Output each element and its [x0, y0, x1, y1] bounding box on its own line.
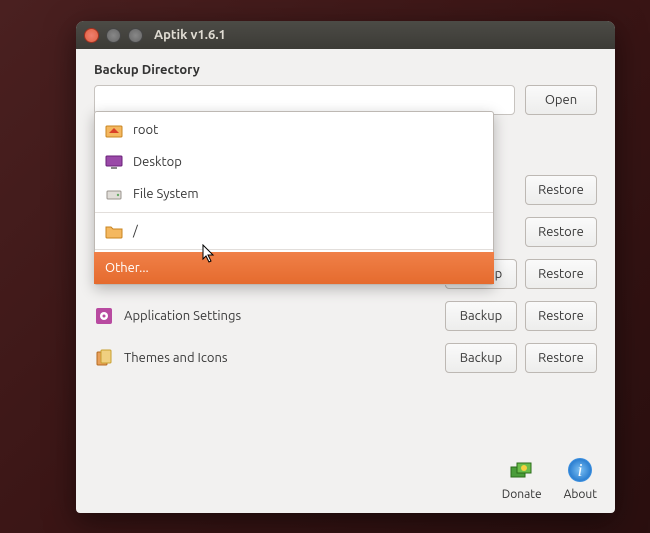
dropdown-item-label: /	[133, 224, 138, 238]
desktop-icon	[105, 153, 123, 171]
appsettings-icon	[94, 306, 114, 326]
dropdown-item-label: Other...	[105, 261, 149, 275]
item-label: Themes and Icons	[124, 351, 435, 365]
restore-button[interactable]: Restore	[525, 343, 597, 373]
backup-button[interactable]: Backup	[445, 301, 517, 331]
window-close-button[interactable]	[84, 28, 99, 43]
dropdown-item-other[interactable]: Other...	[94, 252, 494, 284]
window-maximize-button[interactable]	[128, 28, 143, 43]
titlebar: Aptik v1.6.1	[76, 21, 615, 49]
restore-button[interactable]: Restore	[525, 301, 597, 331]
dropdown-item-root[interactable]: root	[95, 114, 493, 146]
restore-button[interactable]: Restore	[525, 259, 597, 289]
dropdown-separator	[95, 212, 493, 213]
list-item: Application Settings Backup Restore	[94, 299, 597, 333]
themes-icon	[94, 348, 114, 368]
donate-icon	[507, 455, 537, 485]
window-content: Backup Directory Open B Software Sources…	[76, 49, 615, 513]
dropdown-item-label: Desktop	[133, 155, 182, 169]
backup-dir-dropdown: root Desktop File System /	[94, 111, 494, 285]
donate-button[interactable]: Donate	[502, 455, 542, 501]
info-icon: i	[565, 455, 595, 485]
restore-button[interactable]: Restore	[525, 175, 597, 205]
about-label: About	[564, 488, 597, 501]
backup-dir-label: Backup Directory	[94, 63, 597, 77]
dropdown-item-path[interactable]: /	[95, 215, 493, 247]
window-title: Aptik v1.6.1	[154, 28, 226, 42]
app-window: Aptik v1.6.1 Backup Directory Open B Sof…	[76, 21, 615, 513]
open-button[interactable]: Open	[525, 85, 597, 115]
home-folder-icon	[105, 121, 123, 139]
disk-icon	[105, 185, 123, 203]
dropdown-item-filesystem[interactable]: File System	[95, 178, 493, 210]
item-label: Application Settings	[124, 309, 435, 323]
dropdown-item-label: root	[133, 123, 158, 137]
footer: Donate i About	[94, 445, 597, 501]
backup-button[interactable]: Backup	[445, 343, 517, 373]
about-button[interactable]: i About	[564, 455, 597, 501]
dropdown-item-label: File System	[133, 187, 199, 201]
restore-button[interactable]: Restore	[525, 217, 597, 247]
donate-label: Donate	[502, 488, 542, 501]
dropdown-item-desktop[interactable]: Desktop	[95, 146, 493, 178]
mouse-cursor	[202, 244, 216, 264]
dropdown-separator	[95, 249, 493, 250]
svg-text:i: i	[578, 460, 583, 480]
folder-icon	[105, 222, 123, 240]
window-minimize-button[interactable]	[106, 28, 121, 43]
list-item: Themes and Icons Backup Restore	[94, 341, 597, 375]
